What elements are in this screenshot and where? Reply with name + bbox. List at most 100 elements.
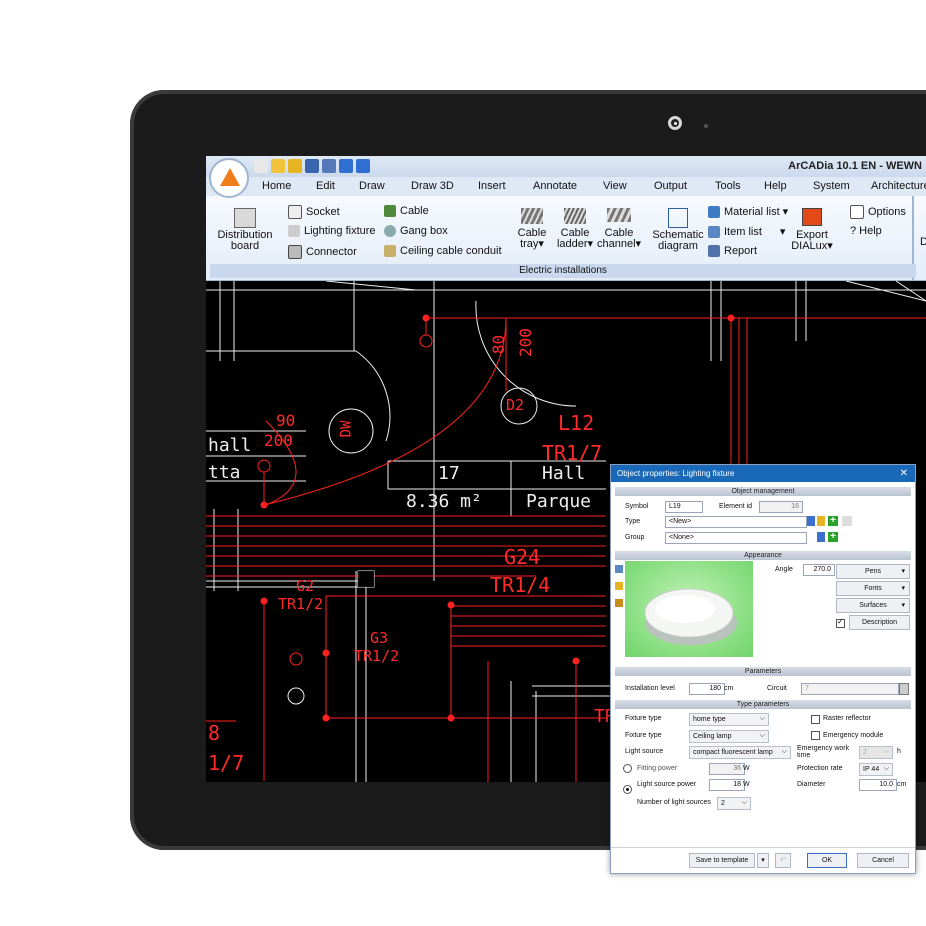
description-checkbox[interactable]: ✓	[836, 617, 845, 628]
item-list-icon	[708, 225, 720, 238]
surfaces-button[interactable]: Surfaces ▾	[836, 598, 910, 613]
socket-button[interactable]: Socket	[288, 205, 340, 219]
lighting-fixture-button[interactable]: Lighting fixture	[288, 225, 376, 237]
type-check-icon[interactable]	[842, 516, 852, 526]
cancel-button[interactable]: Cancel	[857, 853, 909, 868]
symbol-field[interactable]: L19	[665, 501, 703, 513]
menu-home[interactable]: Home	[262, 180, 291, 192]
section-type-parameters[interactable]: Type parameters	[615, 700, 911, 709]
report-button[interactable]: Report	[708, 245, 757, 257]
light-source-select[interactable]: compact fluorescent lamp	[689, 746, 791, 759]
dialog-footer-divider	[611, 847, 915, 848]
light-source-label: Light source	[625, 748, 664, 755]
export-dialux-icon	[802, 208, 822, 226]
arcadia-logo[interactable]	[209, 158, 249, 198]
light-source-power-field[interactable]: 18	[709, 779, 745, 791]
pens-button[interactable]: Pens ▾	[836, 564, 910, 579]
cable-ladder-label: Cable ladder▾	[556, 227, 594, 250]
fonts-button[interactable]: Fonts ▾	[836, 581, 910, 596]
fitting-power-radio[interactable]	[623, 764, 632, 773]
connector-button[interactable]: Connector	[288, 245, 357, 259]
raster-reflector-checkbox[interactable]	[811, 715, 820, 724]
save-to-template-button[interactable]: Save to template	[689, 853, 755, 868]
menu-draw3d[interactable]: Draw 3D	[411, 180, 454, 192]
section-parameters[interactable]: Parameters	[615, 667, 911, 676]
options-button[interactable]: Options	[850, 205, 906, 219]
conduit-icon	[384, 245, 396, 257]
save-to-template-label: Save to template	[695, 857, 749, 864]
cable-tray-button[interactable]: Cable tray▾	[514, 208, 550, 250]
fixture-type-select[interactable]: home type	[689, 713, 769, 726]
close-icon[interactable]: ✕	[900, 465, 908, 482]
redo-icon[interactable]	[356, 159, 370, 173]
circuit-field[interactable]: 7	[801, 683, 899, 695]
angle-field[interactable]: 270.0	[803, 564, 835, 576]
new-file-icon[interactable]	[254, 159, 268, 173]
print-icon[interactable]	[322, 159, 336, 173]
menu-system[interactable]: System	[813, 180, 850, 192]
undo-icon-button[interactable]: ↶	[775, 853, 791, 868]
item-list-dropdown-icon[interactable]: ▾	[780, 225, 786, 238]
section-object-management[interactable]: Object management	[615, 487, 911, 496]
export-dialux-button[interactable]: Export DIALux▾	[790, 208, 834, 252]
group-add-icon[interactable]: +	[828, 532, 838, 542]
cable-tray-icon	[521, 208, 543, 224]
emergency-work-select[interactable]: 2	[859, 746, 893, 759]
circuit-browse-icon[interactable]	[899, 683, 909, 695]
drawing-label-g2: G2	[296, 577, 315, 595]
protection-rate-select[interactable]: IP 44	[859, 763, 893, 776]
section-appearance[interactable]: Appearance	[615, 551, 911, 560]
help-button[interactable]: ? Help	[850, 225, 882, 237]
menu-architecture[interactable]: Architecture	[871, 180, 926, 192]
installation-level-field[interactable]: 180	[689, 683, 725, 695]
drawing-label-90: 90	[276, 411, 296, 430]
type-add-icon[interactable]: +	[828, 516, 838, 526]
cable-ladder-button[interactable]: Cable ladder▾	[555, 208, 595, 250]
drawing-label-hall: hall	[208, 435, 252, 456]
view-symbol-icon[interactable]	[615, 599, 623, 607]
ceiling-cable-conduit-label: Ceiling cable conduit	[400, 245, 502, 257]
drawing-label-tr12b: TR1/2	[354, 647, 400, 665]
gang-box-button[interactable]: Gang box	[384, 225, 448, 237]
type-save-icon[interactable]	[817, 516, 825, 526]
menu-edit[interactable]: Edit	[316, 180, 335, 192]
fixture-type2-select[interactable]: Ceiling lamp	[689, 730, 769, 743]
type-browse-icon[interactable]	[807, 516, 815, 526]
save-template-dropdown-icon[interactable]: ▾	[757, 853, 769, 868]
type-field[interactable]: <New>	[665, 516, 807, 528]
group-browse-icon[interactable]	[817, 532, 825, 542]
group-field[interactable]: <None>	[665, 532, 807, 544]
pen-icon[interactable]	[288, 159, 302, 173]
cable-button[interactable]: Cable	[384, 205, 429, 217]
diameter-field[interactable]: 10.0	[859, 779, 897, 791]
emergency-module-checkbox[interactable]	[811, 731, 820, 740]
material-list-button[interactable]: Material list ▾	[708, 205, 788, 218]
fonts-label: Fonts	[864, 585, 882, 592]
menu-tools[interactable]: Tools	[715, 180, 741, 192]
camera-icon	[668, 116, 682, 130]
description-button[interactable]: Description	[849, 615, 910, 630]
menu-annotate[interactable]: Annotate	[533, 180, 577, 192]
ceiling-cable-conduit-button[interactable]: Ceiling cable conduit	[384, 245, 502, 257]
fitting-power-field[interactable]: 36	[709, 763, 745, 775]
save-icon[interactable]	[305, 159, 319, 173]
open-file-icon[interactable]	[271, 159, 285, 173]
menu-draw[interactable]: Draw	[359, 180, 385, 192]
view-3d-icon[interactable]	[615, 565, 623, 573]
light-source-power-radio[interactable]	[623, 785, 632, 794]
menu-output[interactable]: Output	[654, 180, 687, 192]
menu-help[interactable]: Help	[764, 180, 787, 192]
ok-button[interactable]: OK	[807, 853, 847, 868]
cable-channel-button[interactable]: Cable channel▾	[597, 208, 641, 250]
menu-view[interactable]: View	[603, 180, 627, 192]
schematic-diagram-button[interactable]: Schematic diagram	[652, 208, 704, 252]
number-sources-select[interactable]: 2	[717, 797, 751, 810]
options-icon	[850, 205, 864, 219]
drawing-label-area: 8.36 m²	[406, 491, 482, 512]
distribution-board-button[interactable]: Distribution board	[214, 208, 276, 252]
undo-icon[interactable]	[339, 159, 353, 173]
view-2d-icon[interactable]	[615, 582, 623, 590]
item-list-button[interactable]: Item list ▾	[708, 225, 785, 238]
app-title: ArCADia 10.1 EN - WEWN	[788, 160, 922, 172]
menu-insert[interactable]: Insert	[478, 180, 506, 192]
